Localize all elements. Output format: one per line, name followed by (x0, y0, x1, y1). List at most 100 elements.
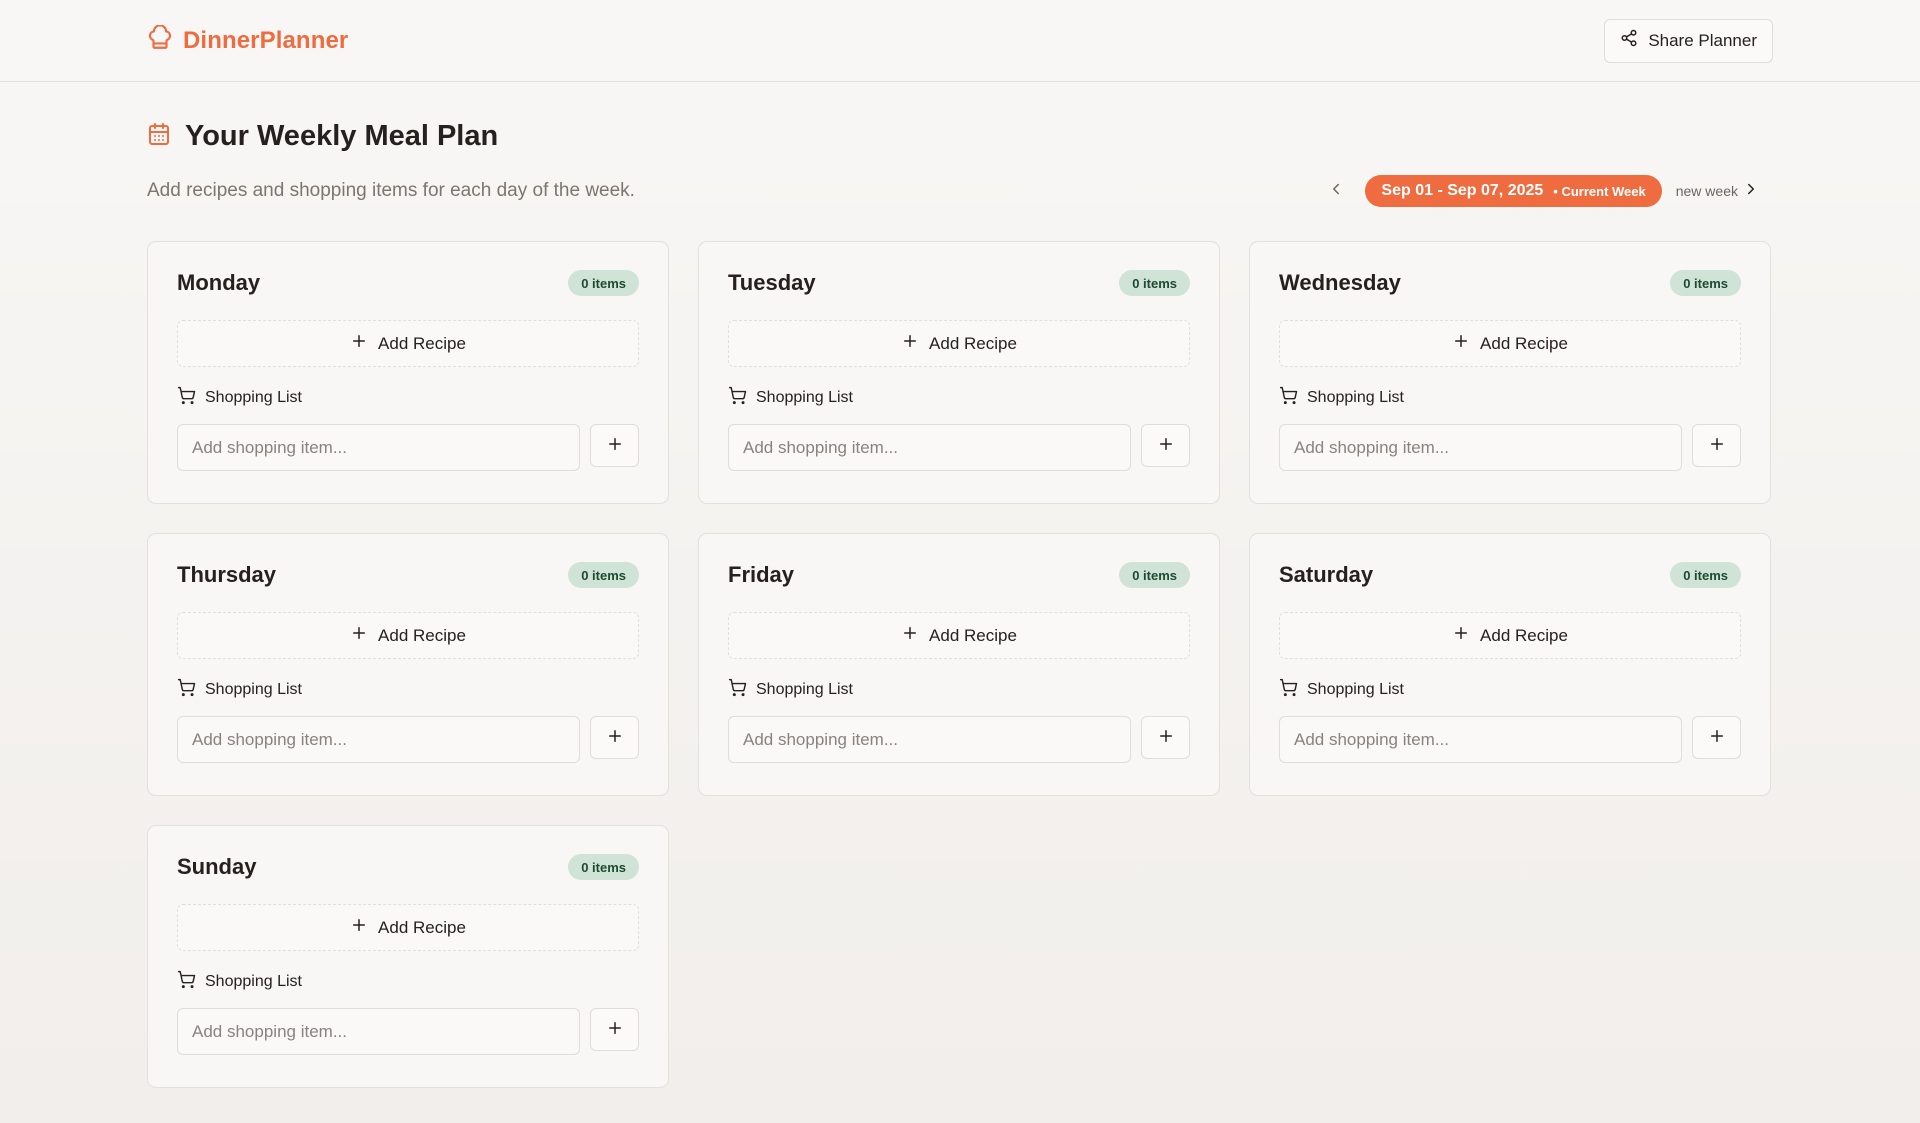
day-card-header: Sunday 0 items (177, 852, 639, 882)
plus-icon (350, 332, 368, 355)
week-range-pill: Sep 01 - Sep 07, 2025 • Current Week (1365, 175, 1662, 207)
title-row: Your Weekly Meal Plan (147, 120, 1773, 153)
add-shopping-item-button[interactable] (590, 1008, 639, 1051)
day-card-header: Monday 0 items (177, 268, 639, 298)
add-recipe-button[interactable]: Add Recipe (177, 320, 639, 367)
day-card-saturday: Saturday 0 items Add Recipe Shopping Lis… (1249, 533, 1771, 796)
add-shopping-item-button[interactable] (590, 424, 639, 467)
subtitle-row: Add recipes and shopping items for each … (147, 175, 1773, 207)
plus-icon (1157, 435, 1175, 456)
add-recipe-label: Add Recipe (929, 625, 1017, 645)
shopping-item-input[interactable] (1279, 716, 1683, 763)
add-recipe-label: Add Recipe (1480, 625, 1568, 645)
shopping-input-row (1279, 716, 1741, 763)
shopping-input-row (177, 1008, 639, 1055)
add-shopping-item-button[interactable] (590, 716, 639, 759)
add-recipe-label: Add Recipe (929, 333, 1017, 353)
day-card-tuesday: Tuesday 0 items Add Recipe Shopping List (698, 241, 1220, 504)
plus-icon (1157, 727, 1175, 748)
shopping-cart-icon (1279, 386, 1298, 410)
day-grid: Monday 0 items Add Recipe Shopping List (147, 241, 1773, 1088)
day-name: Sunday (177, 854, 257, 879)
plus-icon (606, 727, 624, 748)
day-card-sunday: Sunday 0 items Add Recipe Shopping List (147, 825, 669, 1088)
share-icon (1620, 29, 1638, 52)
add-recipe-button[interactable]: Add Recipe (728, 320, 1190, 367)
week-range: Sep 01 - Sep 07, 2025 (1381, 182, 1544, 199)
page-subtitle: Add recipes and shopping items for each … (147, 180, 635, 201)
shopping-item-input[interactable] (728, 716, 1132, 763)
calendar-icon (147, 122, 171, 151)
shopping-cart-icon (1279, 678, 1298, 702)
day-card-header: Wednesday 0 items (1279, 268, 1741, 298)
shopping-list-header: Shopping List (728, 386, 1190, 410)
add-shopping-item-button[interactable] (1692, 424, 1741, 467)
add-recipe-button[interactable]: Add Recipe (177, 612, 639, 659)
plus-icon (606, 1019, 624, 1040)
shopping-item-input[interactable] (177, 1008, 581, 1055)
shopping-item-input[interactable] (177, 424, 581, 471)
brand[interactable]: DinnerPlanner (147, 24, 348, 56)
shopping-input-row (728, 424, 1190, 471)
shopping-item-input[interactable] (1279, 424, 1683, 471)
plus-icon (350, 916, 368, 939)
day-card-wednesday: Wednesday 0 items Add Recipe Shopping Li… (1249, 241, 1771, 504)
chef-hat-icon (147, 24, 173, 56)
day-card-header: Tuesday 0 items (728, 268, 1190, 298)
shopping-list-label: Shopping List (205, 681, 302, 698)
add-recipe-label: Add Recipe (378, 917, 466, 937)
add-recipe-label: Add Recipe (378, 333, 466, 353)
day-name: Wednesday (1279, 270, 1401, 295)
shopping-input-row (177, 716, 639, 763)
plus-icon (1452, 332, 1470, 355)
previous-week-button[interactable] (1321, 176, 1351, 206)
add-recipe-button[interactable]: Add Recipe (1279, 612, 1741, 659)
add-shopping-item-button[interactable] (1141, 716, 1190, 759)
add-recipe-label: Add Recipe (1480, 333, 1568, 353)
week-navigation: Sep 01 - Sep 07, 2025 • Current Week new… (1321, 175, 1760, 207)
new-week-button[interactable]: new week (1676, 180, 1760, 203)
add-recipe-label: Add Recipe (378, 625, 466, 645)
shopping-list-header: Shopping List (177, 386, 639, 408)
day-card-header: Friday 0 items (728, 560, 1190, 590)
day-name: Thursday (177, 562, 277, 587)
current-week-tag: • Current Week (1553, 183, 1646, 199)
shopping-list-label: Shopping List (205, 389, 302, 406)
shopping-item-input[interactable] (728, 424, 1132, 471)
shopping-list-header: Shopping List (1279, 386, 1741, 410)
plus-icon (901, 332, 919, 355)
chevron-left-icon (1327, 180, 1345, 203)
shopping-list-label: Shopping List (1307, 681, 1404, 698)
item-count-badge: 0 items (1119, 562, 1190, 588)
page-title: Your Weekly Meal Plan (185, 120, 499, 152)
plus-icon (606, 435, 624, 456)
add-shopping-item-button[interactable] (1141, 424, 1190, 467)
add-recipe-button[interactable]: Add Recipe (728, 612, 1190, 659)
shopping-input-row (728, 716, 1190, 763)
share-planner-button[interactable]: Share Planner (1604, 18, 1773, 63)
main-content: Your Weekly Meal Plan Add recipes and sh… (0, 120, 1920, 1088)
new-week-label: new week (1675, 183, 1738, 199)
plus-icon (1452, 624, 1470, 647)
plus-icon (350, 624, 368, 647)
shopping-list-header: Shopping List (1279, 678, 1741, 702)
add-recipe-button[interactable]: Add Recipe (177, 904, 639, 951)
day-name: Monday (177, 270, 261, 295)
day-card-header: Saturday 0 items (1279, 560, 1741, 590)
add-recipe-button[interactable]: Add Recipe (1279, 320, 1741, 367)
shopping-cart-icon (728, 386, 747, 410)
shopping-input-row (177, 424, 639, 471)
day-name: Tuesday (728, 270, 816, 295)
shopping-list-label: Shopping List (756, 681, 853, 698)
top-bar: DinnerPlanner Share Planner (0, 0, 1920, 82)
shopping-cart-icon (177, 970, 196, 994)
day-name: Saturday (1279, 562, 1374, 587)
item-count-badge: 0 items (1670, 562, 1741, 588)
shopping-cart-icon (177, 678, 196, 702)
add-shopping-item-button[interactable] (1692, 716, 1741, 759)
chevron-right-icon (1742, 180, 1760, 203)
plus-icon (1708, 435, 1726, 456)
share-planner-label: Share Planner (1648, 30, 1757, 50)
item-count-badge: 0 items (1670, 270, 1741, 296)
shopping-item-input[interactable] (177, 716, 581, 763)
